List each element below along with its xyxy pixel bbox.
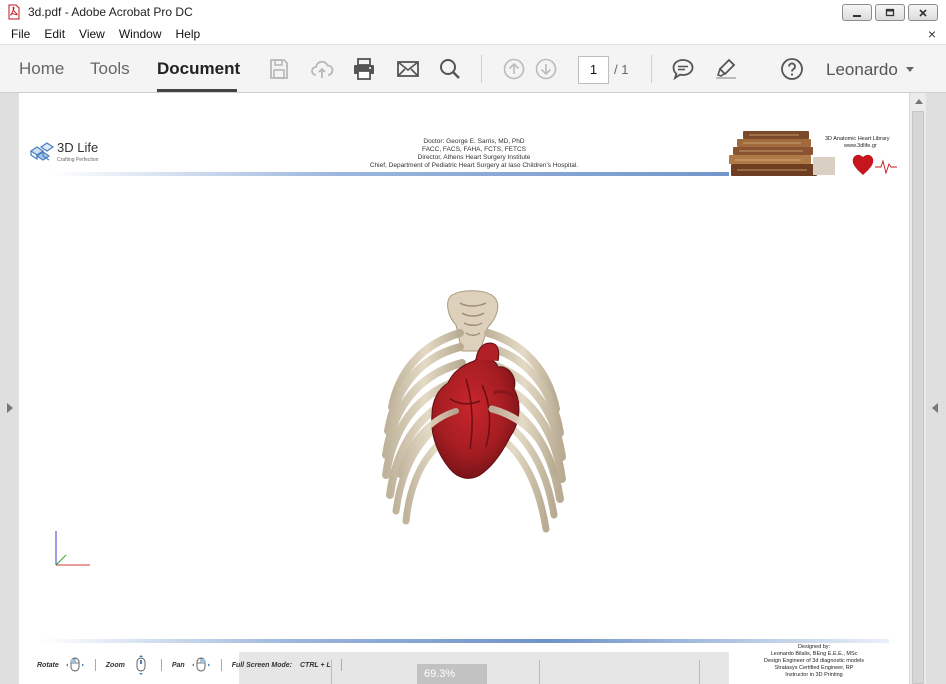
toolbar-divider xyxy=(481,55,482,83)
legend-divider xyxy=(340,659,342,671)
rotate-label: Rotate xyxy=(37,661,59,669)
highlight-button[interactable] xyxy=(713,56,739,82)
books-image xyxy=(729,129,837,177)
hud-divider xyxy=(699,660,700,684)
3d-life-logo-icon xyxy=(29,142,55,161)
chevron-right-icon xyxy=(7,403,13,413)
comment-icon xyxy=(672,59,694,81)
window-title: 3d.pdf - Adobe Acrobat Pro DC xyxy=(28,5,193,19)
menu-bar: File Edit View Window Help × xyxy=(0,24,946,45)
highlighter-icon xyxy=(716,58,736,79)
next-page-button[interactable] xyxy=(533,56,559,82)
save-icon xyxy=(270,59,288,79)
chevron-down-icon[interactable] xyxy=(906,67,914,72)
mail-icon xyxy=(397,61,419,77)
print-button[interactable] xyxy=(351,56,377,82)
zoom-label: Zoom xyxy=(105,661,125,669)
credit-line: Design Engineer of 3d diagnostic models xyxy=(764,658,864,664)
menu-file[interactable]: File xyxy=(0,27,37,41)
search-icon xyxy=(440,59,460,79)
cloud-upload-icon xyxy=(311,60,334,78)
pdf-file-icon xyxy=(8,4,20,20)
mouse-wheel-icon xyxy=(136,655,146,675)
main-toolbar: Home Tools Document 1 / 1 Leonardo xyxy=(0,45,946,93)
menu-help[interactable]: Help xyxy=(169,27,208,41)
print-icon xyxy=(354,58,374,80)
active-tab-indicator xyxy=(157,89,237,92)
menu-window[interactable]: Window xyxy=(112,27,169,41)
doctor-line: Doctor: George E. Sarris, MD, PhD xyxy=(423,138,525,145)
arrow-up-circle-icon xyxy=(503,58,525,80)
close-button[interactable] xyxy=(908,4,938,21)
tab-home[interactable]: Home xyxy=(19,59,64,79)
upload-button[interactable] xyxy=(309,56,335,82)
left-pane-toggle[interactable] xyxy=(0,93,19,684)
designer-credits: Designed by: Leonardo Bilalis, BEng E.E.… xyxy=(744,644,884,679)
minimize-button[interactable] xyxy=(842,4,872,21)
credit-line: Designed by: xyxy=(797,644,831,650)
legend-divider xyxy=(220,659,222,671)
legend-divider xyxy=(160,659,162,671)
hud-zoom-select[interactable]: 69.3% xyxy=(417,664,487,684)
doctor-credentials: Doctor: George E. Sarris, MD, PhD FACC, … xyxy=(339,138,609,170)
scroll-up-button[interactable] xyxy=(910,93,927,110)
axis-orientation-icon xyxy=(55,531,90,566)
doctor-line: Director, Athens Heart Surgery Institute xyxy=(417,154,531,161)
document-close-button[interactable]: × xyxy=(928,26,936,42)
library-url: www.3dlife.gr xyxy=(844,143,877,149)
fullscreen-shortcut: CTRL + L xyxy=(299,661,331,669)
3d-heart-model[interactable] xyxy=(356,289,592,541)
credit-line: Stratasys Certified Engineer, RP xyxy=(774,665,854,671)
save-button[interactable] xyxy=(266,56,292,82)
mouse-left-drag-icon xyxy=(65,657,84,672)
mouse-right-drag-icon xyxy=(191,657,210,672)
chevron-up-icon xyxy=(914,99,923,104)
minimize-icon xyxy=(853,14,861,17)
footer-divider xyxy=(39,639,889,643)
pdf-page: 3D Life Crafting Perfection Doctor: Geor… xyxy=(19,93,909,684)
fullscreen-label: Full Screen Mode: xyxy=(231,661,292,669)
doctor-line: FACC, FACS, FAHA, FCTS, FETCS xyxy=(421,146,526,153)
doctor-line: Chief, Department of Pediatric Heart Sur… xyxy=(369,162,579,169)
email-button[interactable] xyxy=(395,56,421,82)
chevron-left-icon xyxy=(932,403,938,413)
toolbar-divider xyxy=(651,55,652,83)
tab-tools[interactable]: Tools xyxy=(90,59,130,79)
restore-icon xyxy=(885,8,895,16)
user-account-menu[interactable]: Leonardo xyxy=(826,60,898,80)
brand-name: 3D Life xyxy=(57,140,99,155)
page-number-input[interactable]: 1 xyxy=(578,56,609,84)
hud-divider xyxy=(539,660,540,684)
arrow-down-circle-icon xyxy=(535,58,557,80)
title-bar: 3d.pdf - Adobe Acrobat Pro DC xyxy=(0,0,946,24)
tab-document[interactable]: Document xyxy=(157,59,240,79)
scrollbar-thumb[interactable] xyxy=(912,111,924,684)
help-button[interactable] xyxy=(779,56,805,82)
credit-line: Leonardo Bilalis, BEng E.E.E., MSc xyxy=(770,651,858,657)
heart-logo-icon xyxy=(852,154,897,175)
previous-page-button[interactable] xyxy=(501,56,527,82)
close-icon xyxy=(919,8,927,17)
menu-edit[interactable]: Edit xyxy=(37,27,72,41)
brand-tagline: Crafting Perfection xyxy=(57,157,99,163)
restore-button[interactable] xyxy=(875,4,905,21)
page-total: / 1 xyxy=(614,62,629,77)
legend-divider xyxy=(94,659,96,671)
menu-view[interactable]: View xyxy=(72,27,112,41)
comment-button[interactable] xyxy=(670,56,696,82)
find-button[interactable] xyxy=(437,56,463,82)
help-icon xyxy=(781,58,803,80)
header-divider xyxy=(49,172,769,176)
credit-line: Instructor in 3D Printing xyxy=(785,672,843,678)
right-pane-toggle[interactable] xyxy=(926,93,946,684)
3d-controls-legend: Rotate Zoom Pan Full Screen Mode: CTRL +… xyxy=(37,655,352,675)
pan-label: Pan xyxy=(171,661,185,669)
vertical-scrollbar[interactable] xyxy=(909,93,926,684)
library-title: 3D Anatomic Heart Library xyxy=(825,136,890,142)
